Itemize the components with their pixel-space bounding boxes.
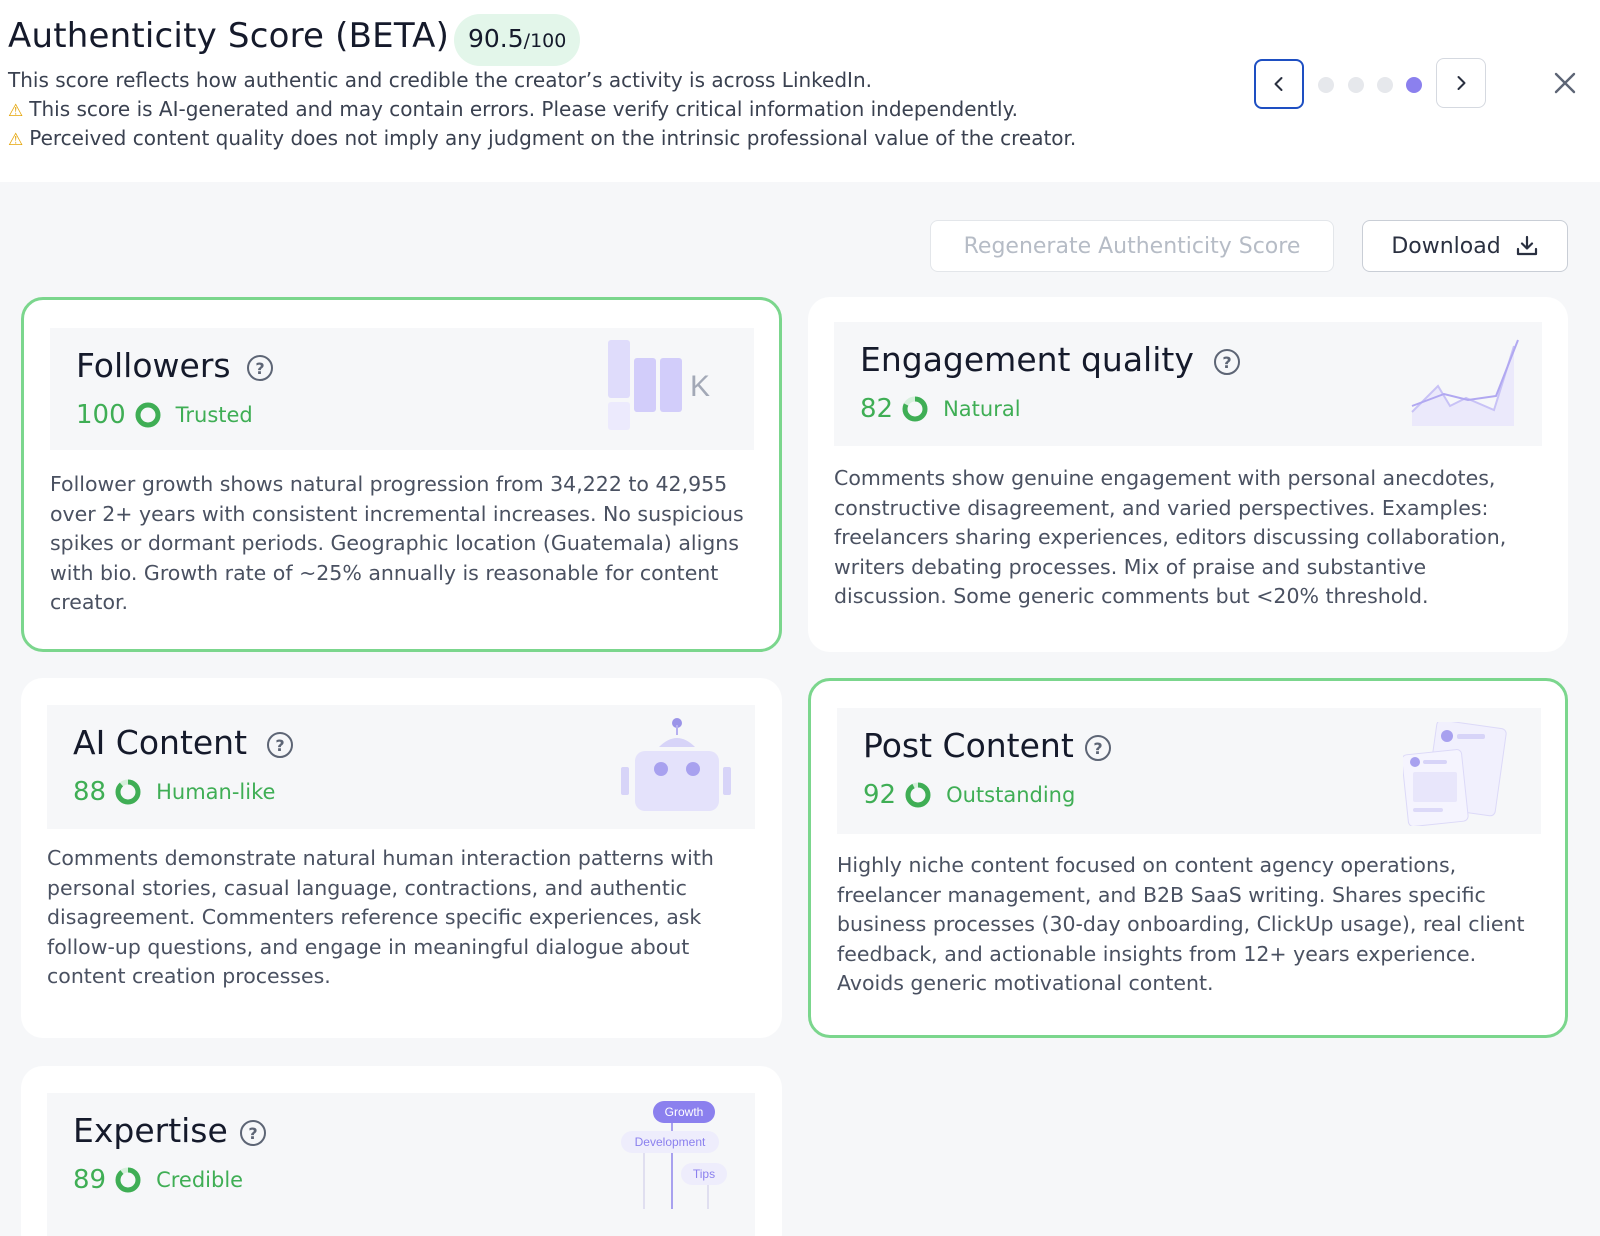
followers-illustration: K: [608, 340, 718, 436]
download-icon: [1516, 235, 1537, 256]
post-content-card-header: Post Content ? 92 Outstanding: [837, 708, 1541, 834]
disclaimer-quality: ⚠ Perceived content quality does not impl…: [8, 126, 1076, 150]
close-icon: [1554, 72, 1576, 94]
ai-content-card: AI Content ? 88 Human-like Comments demo…: [21, 678, 782, 1038]
download-button[interactable]: Download: [1362, 220, 1568, 272]
help-icon[interactable]: ?: [1085, 735, 1111, 761]
disclaimer-quality-text: Perceived content quality does not imply…: [29, 126, 1077, 150]
card-description: Follower growth shows natural progressio…: [50, 472, 744, 614]
pagination-dot[interactable]: [1348, 77, 1364, 93]
next-button[interactable]: [1436, 58, 1486, 108]
card-description: Comments show genuine engagement with pe…: [834, 466, 1507, 608]
pagination-dot[interactable]: [1318, 77, 1334, 93]
score-ring-icon: [115, 779, 141, 805]
page-title: Authenticity Score (BETA): [8, 16, 450, 56]
card-title: Post Content: [863, 726, 1074, 765]
score-value: 89: [73, 1165, 107, 1195]
score-row: 88 Human-like: [73, 777, 275, 807]
score-row: 89 Credible: [73, 1165, 243, 1195]
post-content-card: Post Content ? 92 Outstanding Highly nic…: [808, 678, 1568, 1038]
card-title: Expertise: [73, 1111, 228, 1150]
score-ring-icon: [115, 1167, 141, 1193]
score-value: 100: [76, 400, 126, 430]
score-value: 82: [860, 394, 894, 424]
followers-illustration-letter: K: [690, 370, 710, 403]
score-label: Credible: [156, 1168, 244, 1192]
score-row: 82 Natural: [860, 394, 1021, 424]
help-icon[interactable]: ?: [1214, 349, 1240, 375]
score-ring-fill: [905, 782, 931, 808]
disclaimer-ai-text: This score is AI-generated and may conta…: [29, 97, 1018, 121]
card-title: AI Content: [73, 723, 248, 762]
expertise-card: Expertise ? 89 Credible Growth Developme…: [21, 1066, 782, 1236]
robot-illustration: [621, 717, 731, 817]
pagination-dot-active[interactable]: [1406, 77, 1422, 93]
card-description: Highly niche content focused on content …: [837, 853, 1525, 995]
post-content-illustration: [1401, 719, 1513, 830]
header-description: This score reflects how authentic and cr…: [8, 68, 872, 92]
tag-growth: Growth: [665, 1105, 704, 1119]
score-label: Trusted: [175, 403, 253, 427]
tag-tips: Tips: [693, 1167, 715, 1181]
score-ring-icon: [902, 396, 928, 422]
chevron-left-icon: [1274, 77, 1283, 91]
regenerate-button[interactable]: Regenerate Authenticity Score: [930, 220, 1334, 272]
followers-card: Followers ? 100 Trusted K Follower growt…: [21, 297, 782, 652]
tag-development: Development: [635, 1135, 706, 1149]
score-value: 92: [863, 780, 897, 810]
score-ring-fill: [115, 1167, 141, 1193]
ai-content-card-header: AI Content ? 88 Human-like: [47, 705, 755, 829]
score-ring-fill: [135, 402, 161, 428]
card-description: Comments demonstrate natural human inter…: [47, 846, 714, 988]
overall-score-badge: 90.5 /100: [454, 14, 581, 66]
warning-icon: ⚠: [8, 130, 24, 150]
pagination-dot[interactable]: [1377, 77, 1393, 93]
download-button-label: Download: [1391, 233, 1501, 259]
score-ring-fill: [115, 779, 141, 805]
card-title: Followers: [76, 346, 231, 385]
expertise-tree-illustration: Growth Development Tips: [611, 1099, 731, 1215]
score-label: Natural: [943, 397, 1021, 421]
help-icon[interactable]: ?: [240, 1120, 266, 1146]
close-button[interactable]: [1550, 68, 1580, 98]
overall-score-value: 90.5: [468, 24, 524, 53]
score-row: 92 Outstanding: [863, 780, 1075, 810]
score-row: 100 Trusted: [76, 400, 253, 430]
engagement-card-header: Engagement quality ? 82 Natural: [834, 322, 1542, 446]
score-value: 88: [73, 777, 107, 807]
help-icon[interactable]: ?: [267, 732, 293, 758]
engagement-illustration: [1410, 336, 1520, 432]
disclaimer-ai: ⚠ This score is AI-generated and may cont…: [8, 97, 1018, 121]
expertise-card-header: Expertise ? 89 Credible Growth Developme…: [47, 1093, 755, 1236]
regenerate-button-label: Regenerate Authenticity Score: [963, 233, 1301, 259]
overall-score-max: /100: [523, 30, 567, 52]
warning-icon: ⚠: [8, 101, 24, 121]
help-icon[interactable]: ?: [247, 355, 273, 381]
modal-header: Authenticity Score (BETA) 90.5 /100 This…: [0, 0, 1600, 182]
previous-button[interactable]: [1254, 59, 1304, 109]
score-label: Outstanding: [946, 783, 1076, 807]
score-ring-icon: [905, 782, 931, 808]
engagement-quality-card: Engagement quality ? 82 Natural Comments…: [808, 297, 1568, 652]
chevron-right-icon: [1457, 76, 1466, 90]
score-label: Human-like: [156, 780, 276, 804]
followers-card-header: Followers ? 100 Trusted K: [50, 328, 754, 450]
card-title: Engagement quality: [860, 340, 1194, 379]
score-ring-icon: [135, 402, 161, 428]
